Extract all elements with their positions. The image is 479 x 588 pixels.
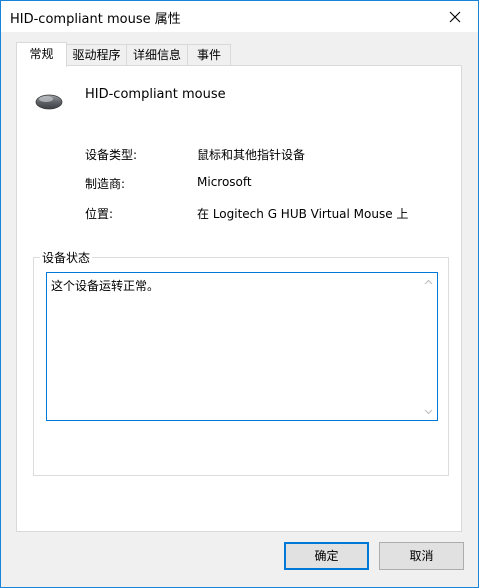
ok-button[interactable]: 确定 (284, 542, 369, 570)
title-bar[interactable]: HID-compliant mouse 属性 (1, 1, 478, 32)
device-status-title: 设备状态 (40, 249, 93, 266)
device-type-value: 鼠标和其他指针设备 (197, 148, 306, 162)
tab-driver[interactable]: 驱动程序 (66, 44, 127, 65)
general-tab-panel: HID-compliant mouse 设备类型: 鼠标和其他指针设备 制造商:… (16, 65, 462, 532)
properties-dialog: HID-compliant mouse 属性 常规 驱动程序 详细信息 事件 H… (0, 0, 479, 588)
location-value: 在 Logitech G HUB Virtual Mouse 上 (197, 207, 409, 221)
device-type-label: 设备类型: (85, 148, 138, 162)
tab-details[interactable]: 详细信息 (126, 44, 188, 65)
device-status-text: 这个设备运转正常。 (51, 279, 160, 293)
device-status-textbox[interactable]: 这个设备运转正常。 (46, 272, 438, 421)
cancel-button[interactable]: 取消 (379, 542, 464, 570)
tab-general[interactable]: 常规 (16, 42, 67, 67)
mouse-icon (35, 94, 63, 110)
scroll-down-arrow[interactable] (420, 403, 437, 420)
manufacturer-label: 制造商: (85, 177, 126, 191)
manufacturer-value: Microsoft (197, 175, 252, 189)
chevron-down-icon (424, 409, 433, 414)
close-button[interactable] (432, 1, 478, 32)
device-name: HID-compliant mouse (85, 87, 226, 102)
scroll-up-arrow[interactable] (420, 273, 437, 290)
status-scrollbar[interactable] (420, 273, 437, 420)
close-icon (449, 11, 461, 22)
device-status-group: 设备状态 这个设备运转正常。 (33, 249, 449, 476)
window-title: HID-compliant mouse 属性 (10, 12, 181, 27)
tab-events[interactable]: 事件 (187, 44, 231, 65)
location-label: 位置: (85, 207, 114, 221)
chevron-up-icon (424, 279, 433, 284)
